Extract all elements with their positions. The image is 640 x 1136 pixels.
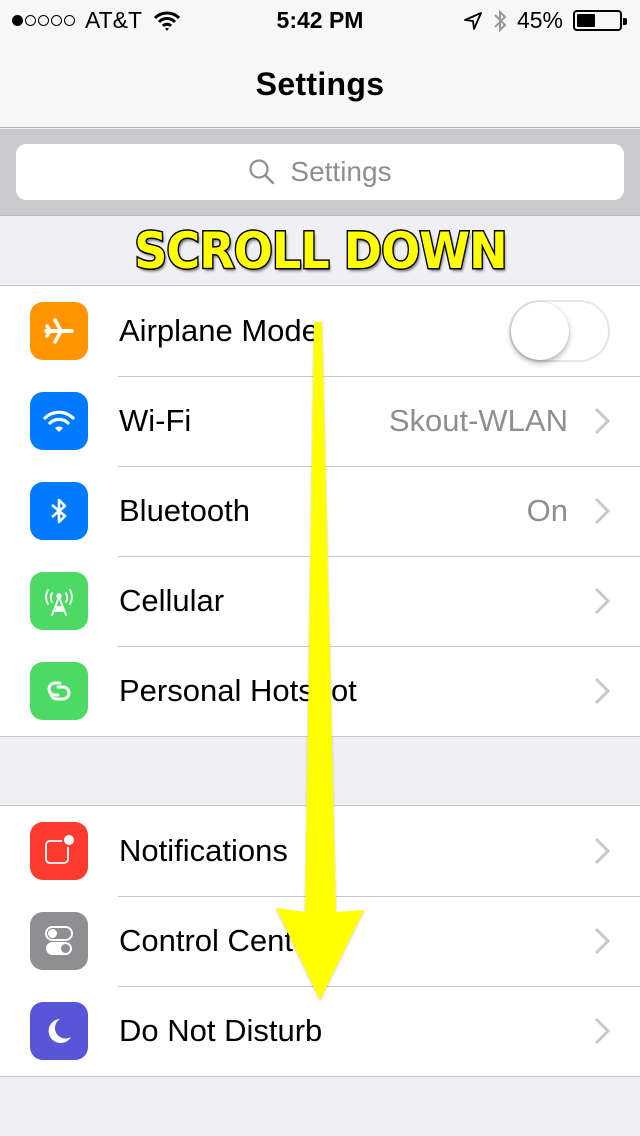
search-bar-container: Settings (0, 129, 640, 216)
settings-row-notifications[interactable]: Notifications (0, 806, 640, 896)
chevron-right-icon (594, 587, 610, 615)
settings-row-do-not-disturb[interactable]: Do Not Disturb (0, 986, 640, 1076)
row-label: Notifications (119, 833, 288, 868)
banner-text: SCROLL DOWN (132, 221, 508, 282)
airplane-icon (30, 302, 88, 360)
bluetooth-icon (494, 9, 507, 32)
location-arrow-icon (464, 11, 482, 30)
row-label: Bluetooth (119, 493, 250, 528)
wifi-network-value: Skout-WLAN (388, 403, 568, 438)
top-bar: AT&T 5:42 PM 45% Settings (0, 0, 640, 128)
row-label: Personal Hotspot (119, 673, 357, 708)
search-placeholder: Settings (290, 156, 392, 187)
row-label: Wi-Fi (119, 403, 192, 438)
bluetooth-icon (30, 482, 88, 540)
control-center-icon (30, 912, 88, 970)
status-bar: AT&T 5:42 PM 45% (0, 0, 640, 40)
settings-group-connectivity: Airplane Mode Wi-Fi Skout-WLAN Bluetooth… (0, 285, 640, 737)
settings-row-personal-hotspot[interactable]: Personal Hotspot (0, 646, 640, 736)
notifications-icon (30, 822, 88, 880)
settings-row-control-center[interactable]: Control Center (0, 896, 640, 986)
wifi-icon (30, 392, 88, 450)
bluetooth-status-value: On (526, 493, 568, 528)
search-icon (249, 159, 275, 185)
settings-row-airplane-mode[interactable]: Airplane Mode (0, 286, 640, 376)
settings-group-notifications: Notifications Control Center Do Not Dist… (0, 805, 640, 1077)
row-label: Do Not Disturb (119, 1013, 323, 1048)
row-label: Cellular (119, 583, 225, 618)
search-input[interactable]: Settings (16, 144, 624, 200)
chevron-right-icon (594, 837, 610, 865)
airplane-mode-toggle[interactable] (509, 300, 610, 362)
battery-icon (573, 10, 627, 31)
settings-row-cellular[interactable]: Cellular (0, 556, 640, 646)
chevron-right-icon (594, 407, 610, 435)
settings-row-wifi[interactable]: Wi-Fi Skout-WLAN (0, 376, 640, 466)
scroll-down-banner: SCROLL DOWN (0, 216, 640, 286)
chevron-right-icon (594, 927, 610, 955)
hotspot-link-icon (30, 662, 88, 720)
battery-percent: 45% (516, 7, 563, 33)
chevron-right-icon (594, 497, 610, 525)
page-title: Settings (255, 66, 385, 102)
chevron-right-icon (594, 1017, 610, 1045)
cellular-antenna-icon (30, 572, 88, 630)
row-label: Airplane Mode (119, 313, 319, 348)
chevron-right-icon (594, 677, 610, 705)
moon-icon (30, 1002, 88, 1060)
settings-row-bluetooth[interactable]: Bluetooth On (0, 466, 640, 556)
row-label: Control Center (119, 923, 321, 958)
